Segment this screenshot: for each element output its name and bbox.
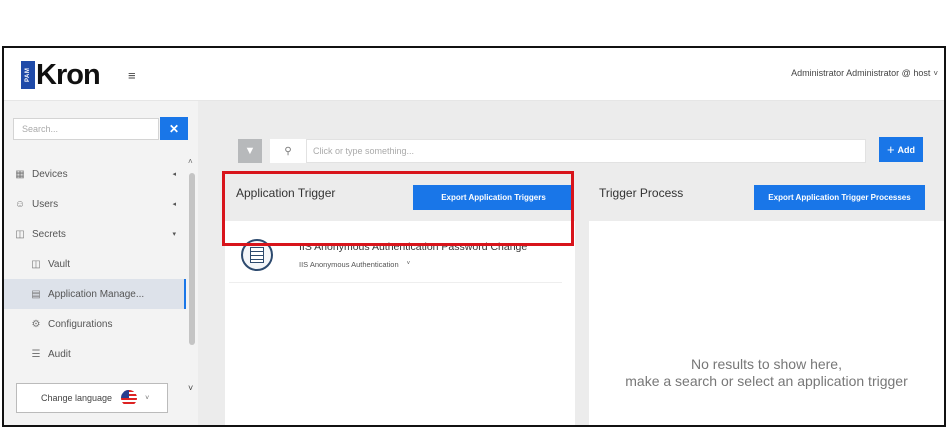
secrets-icon: ◫	[15, 228, 25, 240]
sidebar-item-devices[interactable]: ▦ Devices ◂	[4, 159, 186, 189]
kron-logo[interactable]: PAM Kron	[21, 59, 101, 91]
hamburger-menu-icon[interactable]: ≡	[128, 68, 136, 83]
change-language-button[interactable]: Change language ˅	[16, 383, 168, 413]
sidebar-item-audit[interactable]: ☰ Audit	[4, 339, 186, 369]
sidebar-item-secrets[interactable]: ◫ Secrets ▾	[4, 219, 186, 249]
filter-icon: ▼	[244, 145, 256, 157]
chevron-down-icon: ˅	[145, 394, 150, 402]
sidebar-item-label: Application Manage...	[48, 288, 145, 300]
us-flag-icon	[121, 390, 138, 406]
sidebar-item-label: Configurations	[48, 318, 113, 330]
plus-icon: +	[886, 142, 895, 157]
search-icon[interactable]: ⚲	[270, 139, 306, 163]
sidebar-item-configurations[interactable]: ⚙ Configurations	[4, 309, 186, 339]
trigger-process-panel: No results to show here, make a search o…	[589, 221, 944, 425]
vault-icon: ◫	[31, 258, 41, 270]
highlight-box	[222, 171, 574, 246]
user-label: Administrator Administrator @ host	[791, 68, 931, 78]
sidebar-nav: ▦ Devices ◂ ☺ Users ◂ ◫ Secrets ▾ ◫ Vaul…	[4, 159, 186, 369]
empty-state-message: No results to show here, make a search o…	[589, 356, 944, 390]
logo-badge: PAM	[21, 61, 35, 89]
main-search-input[interactable]: Click or type something...	[306, 139, 866, 163]
scroll-up-icon[interactable]: ˄	[188, 157, 193, 166]
scroll-down-icon[interactable]: ˅	[188, 383, 193, 393]
empty-line-2: make a search or select an application t…	[625, 373, 908, 389]
sidebar-item-label: Audit	[48, 348, 71, 360]
sidebar: Search... ✕ ▦ Devices ◂ ☺ Users ◂ ◫ Secr…	[4, 100, 198, 425]
sidebar-scrollbar[interactable]	[189, 173, 195, 345]
export-trigger-processes-button[interactable]: Export Application Trigger Processes	[754, 185, 925, 210]
main-content: ▼ ⚲ Click or type something... + Add App…	[198, 100, 944, 425]
chevron-down-icon: ˅	[933, 69, 938, 78]
application-icon: ▤	[31, 288, 41, 300]
sidebar-item-label: Vault	[48, 258, 71, 270]
audit-icon: ☰	[31, 348, 41, 360]
sidebar-item-label: Secrets	[32, 228, 66, 240]
configurations-icon: ⚙	[31, 318, 41, 330]
add-button[interactable]: + Add	[879, 137, 923, 162]
sidebar-search-input[interactable]: Search...	[13, 118, 159, 140]
logo-text: Kron	[36, 59, 101, 91]
filter-button[interactable]: ▼	[238, 139, 262, 163]
language-label: Change language	[41, 393, 113, 403]
sidebar-item-label: Users	[32, 198, 59, 210]
empty-line-1: No results to show here,	[691, 356, 842, 372]
add-label: Add	[897, 144, 916, 155]
search-clear-button[interactable]: ✕	[160, 117, 188, 140]
chevron-down-icon: ˅	[406, 261, 411, 267]
top-bar: PAM Kron ≡ Administrator Administrator @…	[4, 48, 944, 100]
application-trigger-list: IIS Anonymous Authentication Password Ch…	[225, 221, 575, 425]
sidebar-item-vault[interactable]: ◫ Vault	[4, 249, 186, 279]
trigger-subtitle-text: IIS Anonymous Authentication	[299, 260, 399, 269]
chevron-down-icon: ▾	[172, 231, 176, 238]
sidebar-item-label: Devices	[32, 168, 68, 180]
sidebar-item-users[interactable]: ☺ Users ◂	[4, 189, 186, 219]
user-menu[interactable]: Administrator Administrator @ host ˅	[791, 68, 938, 78]
trigger-subtitle[interactable]: IIS Anonymous Authentication ˅	[299, 260, 410, 269]
trigger-process-title: Trigger Process	[599, 186, 684, 200]
sidebar-item-application-management[interactable]: ▤ Application Manage...	[4, 279, 186, 309]
user-icon: ☺	[14, 198, 26, 210]
chevron-left-icon: ◂	[172, 171, 176, 178]
chevron-left-icon: ◂	[172, 201, 176, 208]
devices-icon: ▦	[15, 168, 25, 180]
